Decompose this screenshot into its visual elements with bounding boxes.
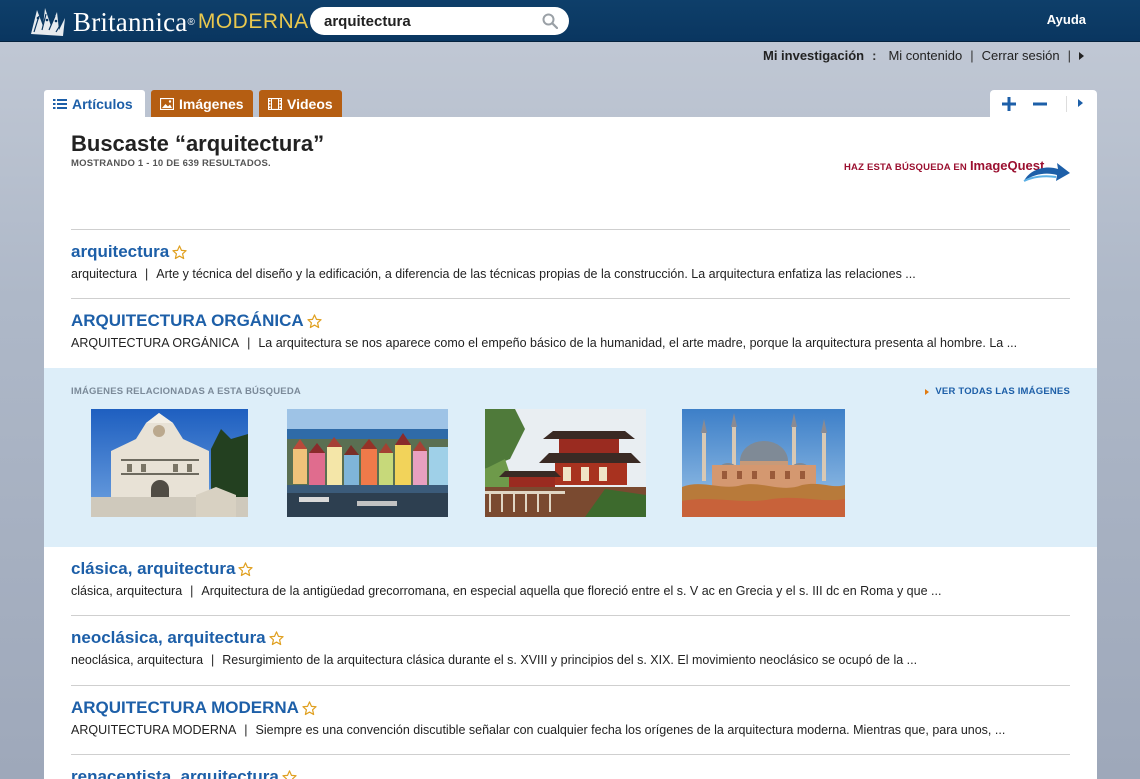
list-item: clásica, arquitectura clásica, arquitect… xyxy=(71,559,1070,598)
search-box xyxy=(310,7,569,35)
divider xyxy=(71,615,1070,616)
result-title: ARQUITECTURA ORGÁNICA xyxy=(71,311,1070,331)
list-item: renacentista, arquitectura xyxy=(71,767,1070,779)
star-icon[interactable] xyxy=(268,630,284,646)
result-link[interactable]: ARQUITECTURA MODERNA xyxy=(71,698,299,718)
result-count: MOSTRANDO 1 - 10 DE 639 RESULTADOS. xyxy=(71,158,271,169)
related-images: IMÁGENES RELACIONADAS A ESTA BÚSQUEDA VE… xyxy=(44,368,1097,547)
result-link[interactable]: arquitectura xyxy=(71,242,169,262)
tools-arrow-icon[interactable] xyxy=(1078,99,1083,107)
result-snippet: ARQUITECTURA ORGÁNICA | La arquitectura se… xyxy=(71,336,1018,350)
result-snippet: neoclásica, arquitectura | Resurgimiento d… xyxy=(71,653,918,667)
related-image-pagoda[interactable] xyxy=(485,409,646,517)
divider xyxy=(71,298,1070,299)
text-size-tools xyxy=(990,90,1097,117)
page-title: Buscaste “arquitectura” xyxy=(71,131,325,156)
help-link[interactable]: Ayuda xyxy=(1047,12,1086,27)
top-bar: Britannica ® MODERNA Ayuda xyxy=(0,0,1140,42)
list-icon xyxy=(53,98,67,109)
image-icon xyxy=(160,97,174,110)
result-title: clásica, arquitectura xyxy=(71,559,1070,579)
tab-articles[interactable]: Artículos xyxy=(44,90,145,117)
nav-arrow-icon[interactable] xyxy=(1079,51,1084,60)
result-title: neoclásica, arquitectura xyxy=(71,628,1070,648)
zoom-in-icon[interactable] xyxy=(1001,96,1017,112)
research-colon: : xyxy=(872,48,877,63)
tools-divider xyxy=(1066,96,1067,112)
divider xyxy=(71,229,1070,230)
result-title: ARQUITECTURA MODERNA xyxy=(71,698,1070,718)
thistle-logo-icon xyxy=(31,8,65,36)
tab-images-label: Imágenes xyxy=(179,95,244,112)
my-content-link[interactable]: Mi contenido xyxy=(888,48,962,63)
star-icon[interactable] xyxy=(238,561,254,577)
related-images-label: IMÁGENES RELACIONADAS A ESTA BÚSQUEDA xyxy=(71,386,301,397)
nav-divider: | xyxy=(970,48,974,63)
search-icon[interactable] xyxy=(542,13,558,29)
imagequest-link[interactable]: HAZ ESTA BÚSQUEDA EN ImageQuest xyxy=(844,151,1074,187)
film-icon xyxy=(268,97,282,110)
result-link[interactable]: renacentista, arquitectura xyxy=(71,767,279,779)
tab-videos-label: Videos xyxy=(287,95,333,112)
list-item: ARQUITECTURA MODERNA ARQUITECTURA MODERN… xyxy=(71,698,1070,737)
star-icon[interactable] xyxy=(306,313,322,329)
results-panel: Buscaste “arquitectura” MOSTRANDO 1 - 10… xyxy=(44,117,1097,779)
research-label: Mi investigación xyxy=(762,48,865,63)
britannica-logo[interactable]: Britannica ® MODERNA xyxy=(25,4,309,40)
result-snippet: clásica, arquitectura | Arquitectura de la… xyxy=(71,584,942,598)
arrow-right-icon xyxy=(925,388,930,395)
result-title: arquitectura xyxy=(71,242,1070,262)
star-icon[interactable] xyxy=(302,700,317,716)
zoom-out-icon[interactable] xyxy=(1032,96,1048,112)
tab-articles-label: Artículos xyxy=(72,95,133,112)
logo-name: Britannica xyxy=(73,6,188,37)
list-item: arquitectura arquitectura | Arte y técnica… xyxy=(71,242,1070,281)
logout-link[interactable]: Cerrar sesión xyxy=(982,48,1060,63)
tab-images[interactable]: Imágenes xyxy=(151,90,253,117)
list-item: neoclásica, arquitectura neoclásica, arq… xyxy=(71,628,1070,667)
logo-registered-mark: ® xyxy=(187,16,195,28)
result-link[interactable]: ARQUITECTURA ORGÁNICA xyxy=(71,311,304,331)
tab-videos[interactable]: Videos xyxy=(259,90,342,117)
imagequest-prefix: HAZ ESTA BÚSQUEDA EN ImageQuest xyxy=(844,158,1045,173)
curved-arrow-icon xyxy=(1023,163,1070,182)
result-link[interactable]: neoclásica, arquitectura xyxy=(71,628,266,648)
user-nav: Mi investigación : Mi contenido | Cerrar… xyxy=(763,48,1084,63)
divider xyxy=(71,685,1070,686)
related-image-houses[interactable] xyxy=(287,409,448,517)
star-icon[interactable] xyxy=(282,769,297,779)
divider xyxy=(71,754,1070,755)
star-icon[interactable] xyxy=(172,244,187,260)
view-all-images-link[interactable]: VER TODAS LAS IMÁGENES xyxy=(925,386,1070,397)
list-item: ARQUITECTURA ORGÁNICA ARQUITECTURA ORGÁN… xyxy=(71,311,1070,350)
related-image-mosque[interactable] xyxy=(682,409,845,517)
result-link[interactable]: clásica, arquitectura xyxy=(71,559,235,579)
search-input[interactable] xyxy=(324,11,539,31)
logo-product: MODERNA xyxy=(197,10,309,33)
result-title: renacentista, arquitectura xyxy=(71,767,1070,779)
result-snippet: ARQUITECTURA MODERNA | Siempre es una conv… xyxy=(71,723,1006,737)
related-image-church[interactable] xyxy=(91,409,248,517)
nav-divider-2: | xyxy=(1067,48,1071,63)
result-snippet: arquitectura | Arte y técnica del diseño y… xyxy=(71,267,916,281)
